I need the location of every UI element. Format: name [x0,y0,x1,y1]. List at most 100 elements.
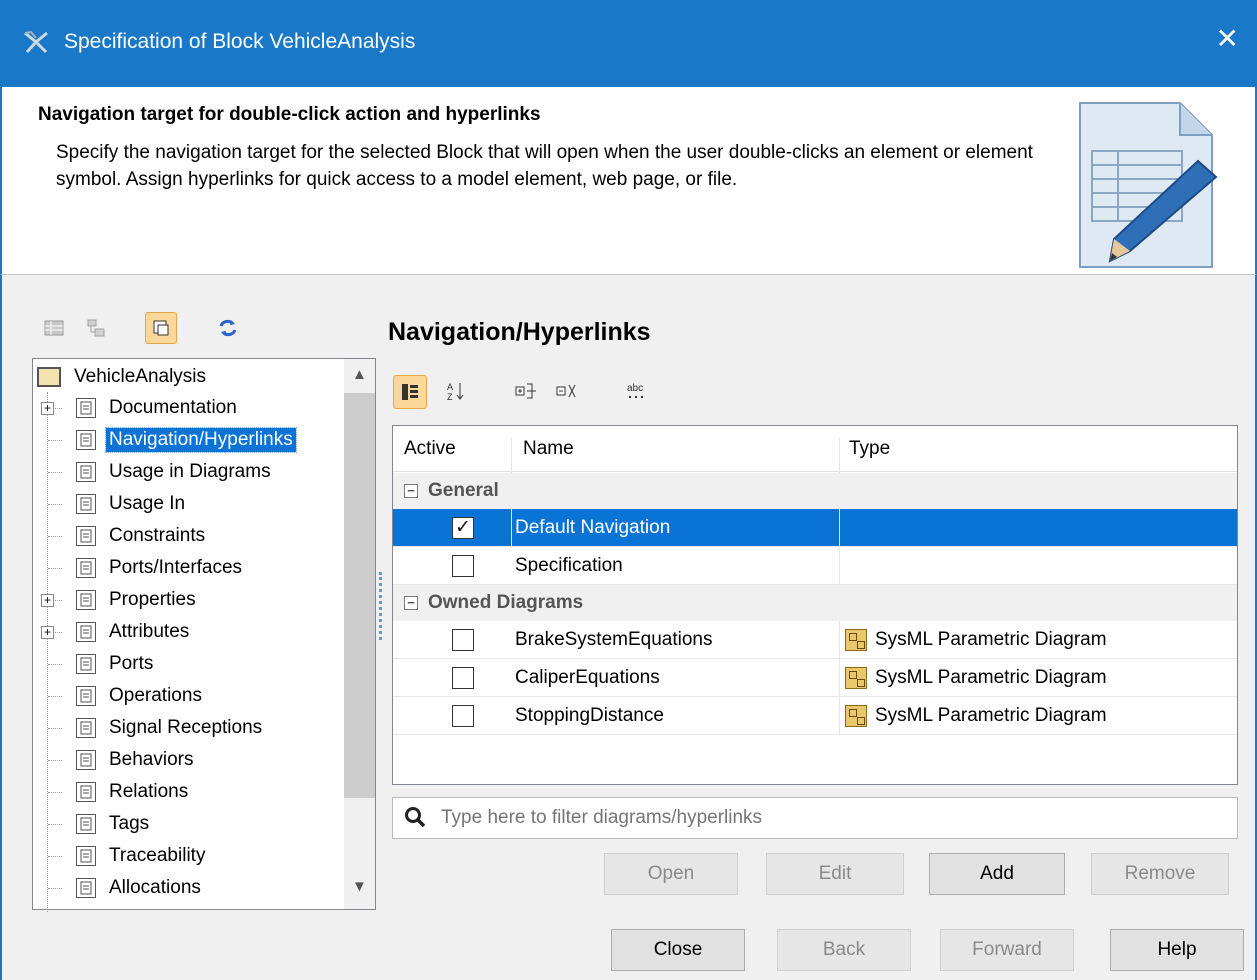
parametric-diagram-icon [845,705,867,727]
panel-splitter[interactable] [379,572,383,640]
spec-page-icon [76,846,96,866]
row-type: SysML Parametric Diagram [875,667,1107,688]
group-by-category-icon[interactable] [393,375,427,409]
add-button[interactable]: Add [929,853,1065,895]
tree-item-label: Operations [109,685,202,706]
column-separator [511,509,512,547]
close-icon[interactable]: ✕ [1216,22,1239,55]
expand-icon[interactable]: + [41,594,54,607]
column-header-active[interactable]: Active [404,438,456,460]
row-name: Specification [515,555,623,576]
expand-icon[interactable]: + [41,626,54,639]
tree-item[interactable]: Signal Receptions [76,712,265,744]
filter-search-box[interactable] [392,797,1238,839]
header-title: Navigation target for double-click actio… [38,104,541,125]
search-icon [405,807,426,828]
tree-item[interactable]: Ports/Interfaces [76,552,245,584]
tree-view-icon[interactable] [80,312,112,344]
tree-item[interactable]: Operations [76,680,205,712]
active-checkbox[interactable] [452,555,474,577]
group-owned-diagrams[interactable]: − Owned Diagrams [393,585,1237,621]
document-pencil-icon [1079,102,1218,268]
tree-item[interactable]: Properties [76,584,199,616]
spec-page-icon [76,686,96,706]
open-button[interactable]: Open [604,853,738,895]
tree-item[interactable]: Behaviors [76,744,197,776]
table-row[interactable]: BrakeSystemEquations SysML Parametric Di… [393,621,1237,659]
column-header-type[interactable]: Type [849,438,890,460]
column-separator [839,509,840,547]
spec-page-icon [76,462,96,482]
spec-page-icon [76,718,96,738]
tree-item[interactable]: Tags [76,808,152,840]
categorized-view-icon[interactable] [38,312,70,344]
tree-item[interactable]: Navigation/Hyperlinks [76,424,297,456]
spec-page-icon [76,526,96,546]
group-label: Owned Diagrams [428,592,584,613]
tree-item[interactable]: Attributes [76,616,192,648]
tree-item[interactable]: Usage in Diagrams [76,456,274,488]
block-icon [37,367,61,387]
expand-all-icon[interactable] [510,375,542,407]
close-button[interactable]: Close [611,929,745,971]
active-checkbox[interactable] [452,516,474,539]
tree-item[interactable]: Relations [76,776,191,808]
expand-icon[interactable]: + [41,402,54,415]
remove-button[interactable]: Remove [1091,853,1229,895]
spec-page-icon [76,430,96,450]
table-row[interactable]: Default Navigation [393,509,1237,547]
tree-item[interactable]: Documentation [76,392,240,424]
row-name: BrakeSystemEquations [515,629,713,650]
spec-page-icon [76,494,96,514]
tree-guide-line [48,696,62,697]
show-text-icon[interactable]: abc [620,375,652,407]
spec-page-icon [76,654,96,674]
refresh-icon[interactable] [212,312,244,344]
column-header-name[interactable]: Name [523,438,574,460]
tree-item-label: Ports [109,653,154,674]
navigation-table[interactable]: Active Name Type − General Default Navig… [392,425,1238,785]
tree-item[interactable]: Usage In [76,488,188,520]
table-row[interactable]: StoppingDistance SysML Parametric Diagra… [393,697,1237,735]
scroll-up-icon[interactable]: ▲ [352,366,367,383]
table-header: Active Name Type [393,426,1237,484]
active-checkbox[interactable] [452,667,474,689]
tree-item-label: Usage In [109,493,186,514]
edit-button[interactable]: Edit [766,853,904,895]
tree-guide-line [48,888,62,889]
collapse-all-icon[interactable] [551,375,583,407]
forward-button[interactable]: Forward [940,929,1074,971]
active-checkbox[interactable] [452,629,474,651]
tree-item-label: Signal Receptions [109,717,263,738]
tree-guide-line [48,504,62,505]
collapse-icon[interactable]: − [404,596,418,610]
tree-item-label: Constraints [109,525,206,546]
help-button[interactable]: Help [1110,929,1244,971]
tree-item-label: Behaviors [109,749,194,770]
tree-item[interactable]: Traceability [76,840,208,872]
tree-guide-line [47,392,48,912]
scroll-down-icon[interactable]: ▼ [352,878,367,895]
back-button[interactable]: Back [777,929,911,971]
spec-page-icon [76,398,96,418]
tree-item[interactable]: Constraints [76,520,208,552]
tree-item-label: Ports/Interfaces [109,557,243,578]
tree-guide-line [48,728,62,729]
active-checkbox[interactable] [452,705,474,727]
tree-guide-line [48,824,62,825]
table-row[interactable]: CaliperEquations SysML Parametric Diagra… [393,659,1237,697]
tree-scroll-thumb[interactable] [344,393,375,798]
collapse-icon[interactable]: − [404,484,418,498]
tree-root[interactable]: VehicleAnalysis [37,361,209,393]
tree-root-label: VehicleAnalysis [74,366,207,387]
tree-item[interactable]: Ports [76,648,156,680]
table-row[interactable]: Specification [393,547,1237,585]
tree-item-label: Properties [109,589,196,610]
sort-alphabetically-icon[interactable]: AZ [440,375,472,407]
tree-item[interactable]: Allocations [76,872,204,904]
column-separator [839,621,840,659]
show-all-icon[interactable] [145,312,177,344]
filter-input[interactable] [441,804,1221,832]
group-general[interactable]: − General [393,473,1237,509]
row-name: CaliperEquations [515,667,660,688]
